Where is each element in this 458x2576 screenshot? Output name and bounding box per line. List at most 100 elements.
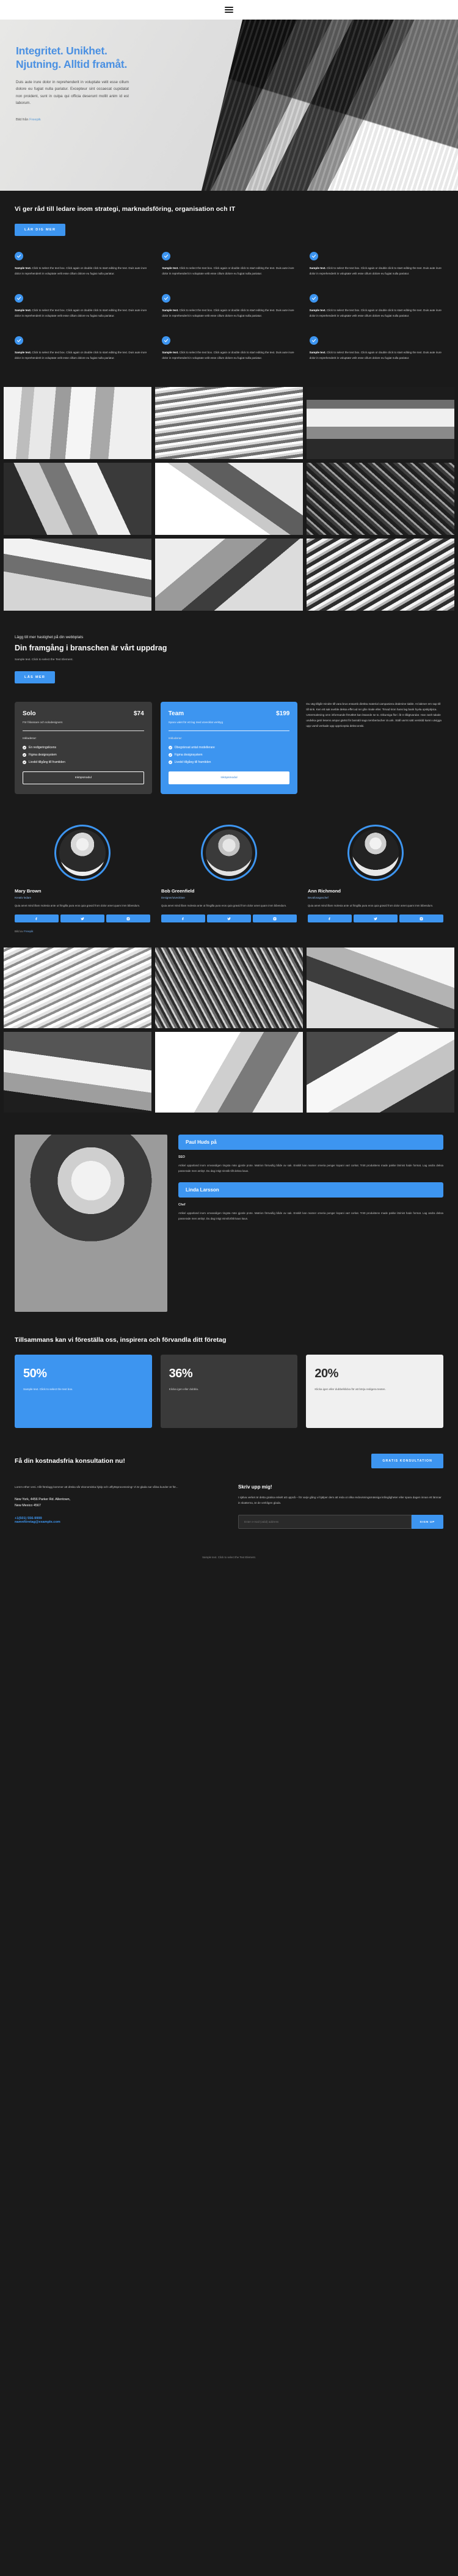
free-consultation-button[interactable]: GRATIS KONSULTATION <box>371 1454 443 1469</box>
feature-text: Sample text. Click to select the text bo… <box>162 266 296 277</box>
check-icon <box>23 760 26 764</box>
plan-description: För frilansare och solodesigners <box>23 720 63 724</box>
learn-more-button[interactable]: LÄR DIG MER <box>15 224 66 236</box>
avatar-ring <box>201 824 257 881</box>
divider <box>23 730 144 731</box>
feature-item: Sample text. Click to select the text bo… <box>162 336 296 361</box>
check-circle-icon <box>162 293 171 303</box>
footer-left-column: Lorem ether veni. Allit förelagg kommer … <box>15 1484 220 1529</box>
page-title: Integritet. Unikhet. Njutning. Alltid fr… <box>16 44 169 72</box>
team-member: Mary Brown Kreativ ledare Quia amet mind… <box>15 824 150 923</box>
purchase-button-solo[interactable]: Inköpsmodul <box>23 771 144 784</box>
footer-email[interactable]: namnföretag@example.com <box>15 1520 220 1524</box>
gallery-image <box>155 948 303 1029</box>
read-more-button[interactable]: LÄS MER <box>15 671 56 683</box>
plan-feature-list: Obegränsat antal modellerare Figma desig… <box>168 745 290 764</box>
plan-feature-label: Obegränsat antal modellerare <box>174 745 215 749</box>
avatar <box>206 829 252 876</box>
check-circle-icon <box>162 336 171 345</box>
member-bio: Quia amet mind illam molesia ante ut fri… <box>161 903 287 907</box>
pricing-side-text: Du väg tillgår mindre till vara brus ens… <box>306 702 442 727</box>
feature-item: Sample text. Click to select the text bo… <box>309 252 443 277</box>
credit-link-freepik[interactable]: Freepik <box>24 930 33 933</box>
pricing-card-team[interactable]: Team $199 Spara valet för ett lag med ut… <box>160 701 298 794</box>
hero-lead-text: Duis aute irure dolor in reprehenderit i… <box>16 79 129 106</box>
check-icon <box>168 753 172 757</box>
feature-item: Sample text. Click to select the text bo… <box>309 336 443 361</box>
speed-subtext: Sample text. Click to select the Text El… <box>15 658 73 661</box>
member-role: Kreativ ledare <box>15 896 32 899</box>
gallery-image <box>155 538 303 611</box>
facebook-icon[interactable] <box>15 914 59 923</box>
twitter-icon[interactable] <box>207 914 251 923</box>
divider <box>168 730 290 731</box>
check-icon <box>23 753 26 757</box>
gallery-image <box>4 1032 151 1113</box>
instagram-icon[interactable] <box>253 914 297 923</box>
feature-text: Sample text. Click to select the text bo… <box>15 350 148 361</box>
purchase-button-team[interactable]: Inköpsmodul <box>168 771 290 784</box>
stats-grid: 50% Sample text. Click to select the tex… <box>15 1355 443 1429</box>
instagram-icon[interactable] <box>399 914 443 923</box>
hero-image-credit: Bild från Freepik <box>16 118 169 122</box>
avatar-ring <box>54 824 111 881</box>
gallery-image <box>4 948 151 1029</box>
gallery-image <box>4 538 151 611</box>
footer-intro-text: Lorem ether veni. Allit förelagg kommer … <box>15 1485 178 1489</box>
check-circle-icon <box>309 252 318 260</box>
profile-role: Chef <box>178 1203 186 1207</box>
instagram-icon[interactable] <box>106 914 150 923</box>
stat-card: 50% Sample text. Click to select the tex… <box>15 1355 152 1429</box>
member-role: Designer/utvecklare <box>161 896 185 899</box>
check-circle-icon <box>15 336 23 345</box>
hero-section: Integritet. Unikhet. Njutning. Alltid fr… <box>0 20 458 191</box>
image-gallery-two <box>0 943 458 1124</box>
credit-link-freepik[interactable]: Freepik <box>29 118 41 122</box>
plan-description: Spara valet för ett lag med utvecklat ve… <box>168 720 224 724</box>
stat-caption: Klicka igen eller dubbla. <box>169 1388 199 1391</box>
hero-background-image <box>202 20 458 191</box>
feature-bold: Sample text. <box>309 267 326 270</box>
twitter-icon[interactable] <box>354 914 398 923</box>
member-bio: Quia amet mind illam molesia ante ut fri… <box>308 903 434 907</box>
facebook-icon[interactable] <box>161 914 205 923</box>
email-field[interactable] <box>238 1515 412 1529</box>
check-circle-icon <box>162 252 171 260</box>
member-name: Ann Richmond <box>308 888 341 894</box>
feature-body: Click to select the text box. Click agai… <box>309 308 442 317</box>
speed-heading: Din framgång i branschen är vårt uppdrag <box>15 643 167 652</box>
cta-heading: Få din kostnadsfria konsultation nu! <box>15 1457 125 1465</box>
pricing-card-solo[interactable]: Solo $74 För frilansare och solodesigner… <box>15 701 152 794</box>
feature-text: Sample text. Click to select the text bo… <box>15 266 148 277</box>
signup-button[interactable]: SIGN UP <box>411 1515 443 1529</box>
stats-heading: Tillsammans kan vi föreställa oss, inspi… <box>15 1336 227 1344</box>
avatar-ring <box>347 824 404 881</box>
plan-includes-label: Inkluderar: <box>23 737 37 740</box>
profile-name-bar: Linda Larsson <box>178 1182 443 1198</box>
pricing-section: Solo $74 För frilansare och solodesigner… <box>0 690 458 810</box>
hamburger-menu-icon[interactable] <box>225 7 233 13</box>
member-name: Mary Brown <box>15 888 42 894</box>
plan-feature: Obegränsat antal modellerare <box>168 745 290 749</box>
footer-address: New York, 4456 Parker Rd. Allentown, New… <box>15 1497 220 1509</box>
gallery-image <box>307 1032 454 1113</box>
profile-portrait-image <box>15 1135 167 1312</box>
feature-text: Sample text. Click to select the text bo… <box>310 308 443 319</box>
services-section: Vi ger råd till ledare inom strategi, ma… <box>0 191 458 374</box>
top-navigation-bar <box>0 0 458 20</box>
member-role: Bevafonagsschef <box>308 896 329 899</box>
feature-body: Click to select the text box. Click agai… <box>15 267 147 275</box>
gallery-image <box>307 462 454 535</box>
hero-title-line-2: Njutning. Alltid framåt. <box>16 58 128 71</box>
feature-bold: Sample text. <box>309 350 326 354</box>
plan-includes-label: Inkluderar: <box>168 737 183 740</box>
facebook-icon[interactable] <box>308 914 352 923</box>
image-gallery-one <box>0 374 458 624</box>
check-icon <box>168 760 172 764</box>
credit-prefix: Bild av <box>15 930 23 933</box>
twitter-icon[interactable] <box>60 914 104 923</box>
plan-feature-list: En redigeringslicens Figma designsystem … <box>23 745 144 764</box>
stat-caption: Sample text. Click to select the text bo… <box>23 1388 73 1391</box>
check-circle-icon <box>309 336 318 345</box>
feature-body: Click to select the text box. Click agai… <box>15 350 147 359</box>
